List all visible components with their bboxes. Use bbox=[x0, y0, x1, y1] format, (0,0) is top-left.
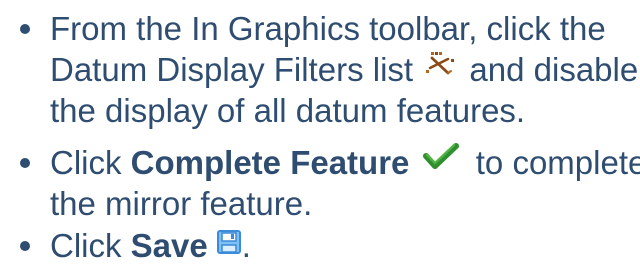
instruction-line: the mirror feature. bbox=[50, 183, 312, 224]
instruction-text: and disable bbox=[469, 51, 639, 88]
bullet-marker bbox=[20, 241, 30, 251]
save-icon bbox=[216, 229, 242, 255]
instruction-text: . bbox=[241, 227, 251, 264]
instruction-text: to complete bbox=[475, 144, 640, 181]
datum-display-filters-icon bbox=[424, 49, 456, 79]
save-label: Save bbox=[130, 227, 208, 264]
instruction-line: From the In Graphics toolbar, click the bbox=[50, 8, 606, 49]
instruction-text: the display of all datum features. bbox=[50, 92, 526, 129]
bullet-marker bbox=[20, 24, 30, 34]
instruction-text: Datum Display Filters list bbox=[50, 51, 414, 88]
instruction-text: the mirror feature. bbox=[50, 185, 313, 222]
bullet-marker bbox=[20, 158, 30, 168]
instruction-list: From the In Graphics toolbar, click the … bbox=[0, 0, 640, 271]
instruction-line: Datum Display Filters list and disable bbox=[50, 49, 638, 90]
instruction-text: Click bbox=[50, 227, 131, 264]
instruction-line: Click Save . bbox=[50, 225, 251, 266]
instruction-text: Click bbox=[50, 144, 131, 181]
complete-feature-label: Complete Feature bbox=[130, 144, 410, 181]
instruction-line: the display of all datum features. bbox=[50, 90, 525, 131]
instruction-line: Click Complete Feature to complete bbox=[50, 142, 640, 183]
green-checkmark-icon bbox=[422, 142, 459, 172]
instruction-text: From the In Graphics toolbar, click the bbox=[50, 10, 606, 47]
